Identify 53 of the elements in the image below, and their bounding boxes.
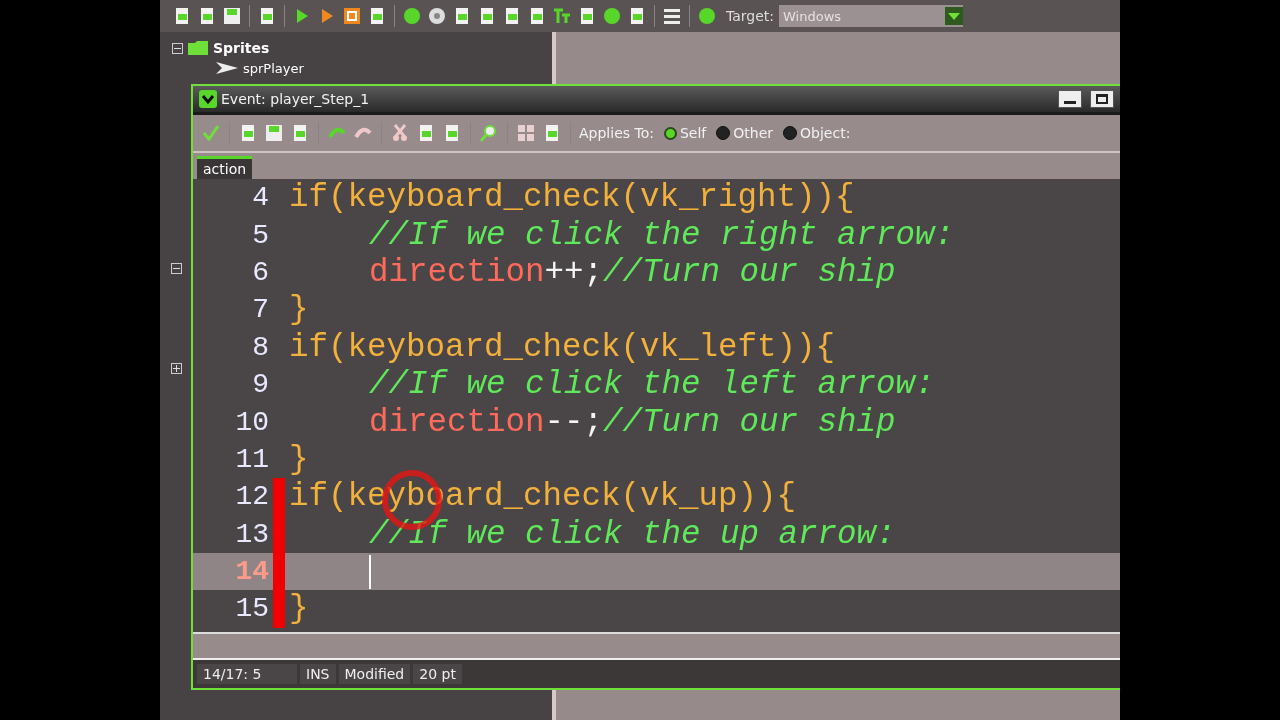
folder-icon <box>188 41 208 55</box>
target-label: Target: <box>726 8 775 24</box>
font-icon[interactable] <box>552 6 572 26</box>
line-number: 9 <box>251 369 270 401</box>
maximize-button[interactable] <box>1090 90 1114 108</box>
help-icon[interactable] <box>697 6 717 26</box>
save-icon[interactable] <box>222 6 242 26</box>
status-field: 20 pt <box>413 664 462 684</box>
code-line: //If we click the up arrow: <box>369 515 896 553</box>
line-number: 12 <box>234 481 270 513</box>
window-icon <box>199 90 217 108</box>
code-line: direction++;//Turn our ship <box>369 253 896 291</box>
circle-icon[interactable] <box>402 6 422 26</box>
sprite-icon <box>216 60 238 76</box>
line-number: 8 <box>251 331 270 363</box>
tree-item[interactable]: Sprites <box>213 40 270 56</box>
line-number: 13 <box>234 518 270 550</box>
code-editor[interactable] <box>193 179 1120 632</box>
tree-item[interactable]: sprPlayer <box>243 60 304 76</box>
radio-button[interactable]: Self <box>663 125 707 141</box>
expander-icon[interactable] <box>172 42 183 54</box>
check-icon[interactable] <box>201 123 221 143</box>
code-line: direction--;//Turn our ship <box>369 403 896 441</box>
radio-button[interactable]: Object: <box>783 125 851 141</box>
collapse-icon[interactable] <box>171 263 182 274</box>
line-number: 5 <box>251 219 270 251</box>
window-title: Event: player_Step_1 <box>221 91 370 107</box>
code-line: //If we click the right arrow: <box>369 216 955 254</box>
line-number: 7 <box>251 294 270 326</box>
text-cursor <box>369 554 371 589</box>
stop-icon[interactable] <box>342 6 362 26</box>
status-field: Modified <box>338 664 411 684</box>
status-field: 14/17: 5 <box>197 664 297 684</box>
tab[interactable]: action <box>197 156 253 179</box>
line-number: 10 <box>234 406 270 438</box>
horizontal-scrollbar[interactable] <box>193 632 1120 658</box>
expand-icon[interactable] <box>171 363 182 374</box>
radio-button[interactable]: Other <box>716 125 774 141</box>
target-dropdown[interactable]: Windows <box>779 5 964 27</box>
line-number: 6 <box>251 256 270 288</box>
line-number: 11 <box>234 443 270 475</box>
search-icon[interactable] <box>479 123 499 143</box>
line-number: 15 <box>234 593 270 625</box>
code-line: //If we click the left arrow: <box>369 366 935 404</box>
line-number: 14 <box>234 556 270 588</box>
line-number: 4 <box>251 182 270 214</box>
status-field: INS <box>300 664 336 684</box>
circle-icon[interactable] <box>427 6 447 26</box>
minimize-button[interactable] <box>1058 90 1082 108</box>
circle-icon[interactable] <box>602 6 622 26</box>
list-icon[interactable] <box>662 6 682 26</box>
save-icon[interactable] <box>264 123 284 143</box>
applies-to-label: Applies To: <box>579 125 654 141</box>
